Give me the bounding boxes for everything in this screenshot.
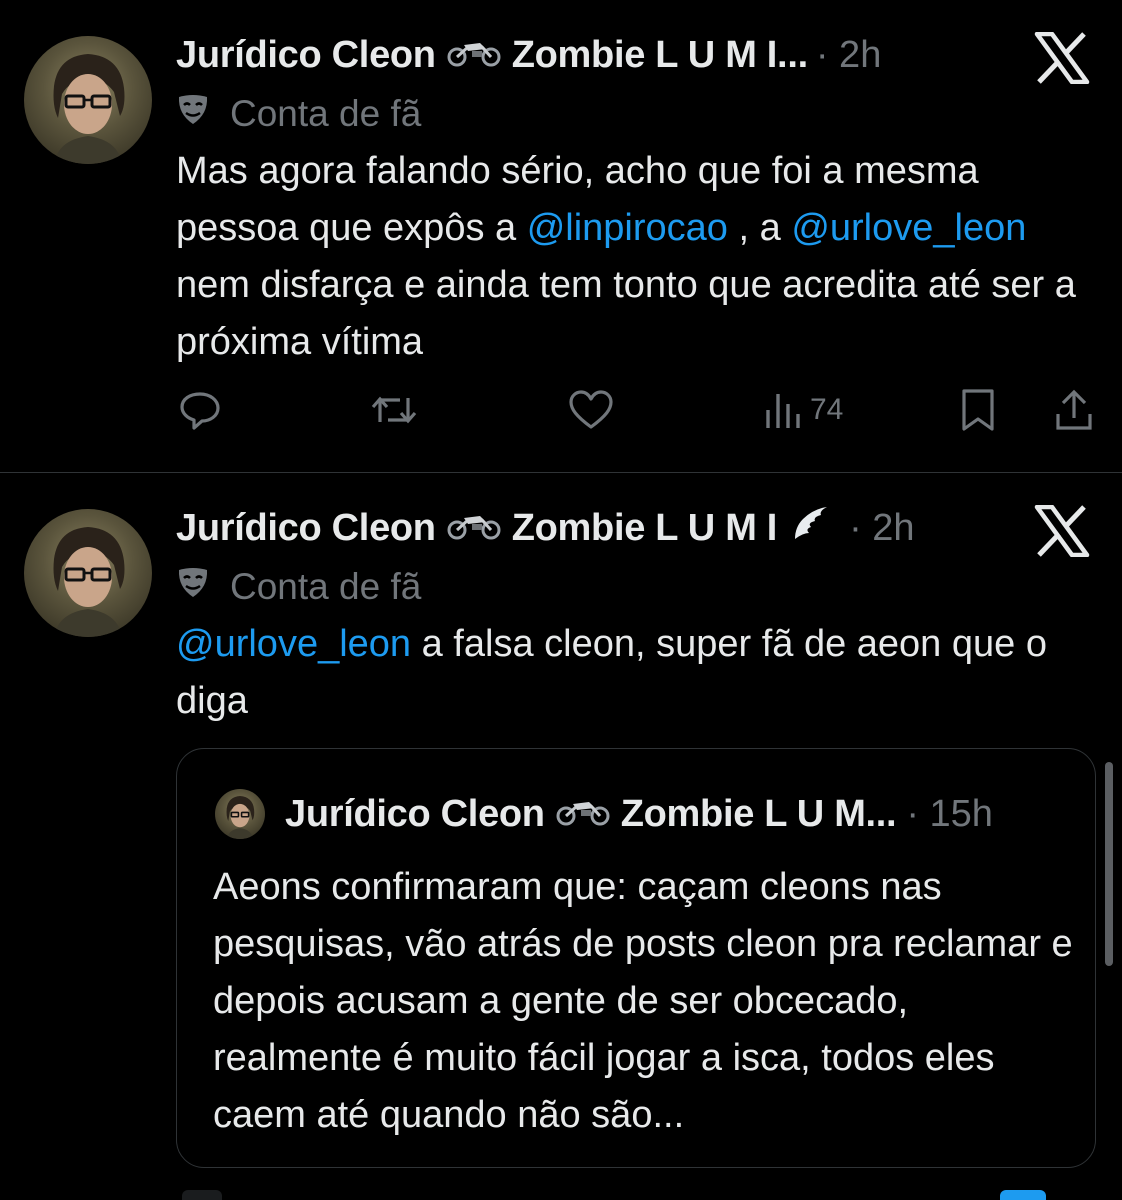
views-icon (764, 388, 804, 432)
timestamp[interactable]: · 2h (816, 34, 881, 77)
mention-link[interactable]: @urlove_leon (791, 207, 1026, 249)
theater-mask-icon (176, 565, 210, 608)
display-name: Jurídico Cleon (285, 792, 545, 835)
tweet-text-part: , a (727, 207, 792, 249)
fan-account-label: Conta de fã (230, 565, 422, 607)
reply-button[interactable] (178, 388, 222, 432)
tweet[interactable]: Jurídico Cleon Zombie L U M I · 2h Conta… (0, 473, 1122, 1200)
display-name[interactable]: Jurídico Cleon (176, 34, 436, 77)
share-icon (1054, 388, 1094, 432)
scrollbar[interactable] (1105, 762, 1113, 966)
display-name[interactable]: Jurídico Cleon (176, 507, 436, 550)
angel-wing-icon (791, 503, 831, 553)
x-logo-icon (1034, 31, 1090, 89)
x-logo-icon (1034, 504, 1090, 562)
quoted-tweet-header: Jurídico Cleon Zombie L U M... · 15h (215, 789, 993, 839)
tweet-text: Mas agora falando sério, acho que foi a … (176, 143, 1096, 371)
tweet-header: Jurídico Cleon Zombie L U M I... · 2h (176, 30, 881, 80)
fan-account-label: Conta de fã (230, 92, 422, 134)
bookmark-icon (958, 388, 998, 432)
retweet-icon (370, 388, 418, 432)
theater-mask-icon (176, 92, 210, 135)
motorcycle-icon (446, 507, 502, 550)
views-count: 74 (810, 393, 844, 426)
quoted-tweet-text: Aeons confirmaram que: caçam cleons nas … (213, 866, 1073, 1136)
share-button[interactable] (1054, 388, 1094, 432)
mention-link[interactable]: @urlove_leon (176, 623, 411, 665)
like-icon (568, 388, 614, 432)
views-button[interactable]: 74 (764, 388, 843, 432)
mention-link[interactable]: @linpirocao (527, 207, 728, 249)
tweet[interactable]: Jurídico Cleon Zombie L U M I... · 2h Co… (0, 0, 1122, 472)
fan-account-badge: Conta de fã (176, 92, 421, 135)
timestamp: · 15h (906, 792, 993, 835)
reply-icon (178, 388, 222, 432)
motorcycle-icon (446, 34, 502, 77)
motorcycle-icon (555, 793, 611, 836)
timestamp[interactable]: · 2h (849, 507, 914, 550)
avatar[interactable] (24, 36, 152, 164)
display-name-suffix[interactable]: Zombie L U M I... (512, 34, 808, 77)
compose-button-peek[interactable] (1000, 1190, 1046, 1200)
display-name-suffix: Zombie L U M... (620, 792, 897, 835)
next-tweet-reply-icon-peek (182, 1190, 222, 1200)
tweet-text: @urlove_leon a falsa cleon, super fã de … (176, 616, 1096, 730)
tweet-text-part: nem disfarça e ainda tem tonto que acred… (176, 264, 1076, 363)
tweet-header: Jurídico Cleon Zombie L U M I · 2h (176, 503, 915, 553)
avatar[interactable] (24, 509, 152, 637)
action-bar: 74 (176, 388, 1096, 432)
like-button[interactable] (568, 388, 614, 432)
bookmark-button[interactable] (958, 388, 998, 432)
display-name-suffix[interactable]: Zombie L U M I (512, 507, 778, 550)
retweet-button[interactable] (370, 388, 418, 432)
fan-account-badge: Conta de fã (176, 565, 421, 608)
avatar (215, 789, 265, 839)
quoted-tweet[interactable]: Jurídico Cleon Zombie L U M... · 15h Aeo… (176, 748, 1096, 1168)
